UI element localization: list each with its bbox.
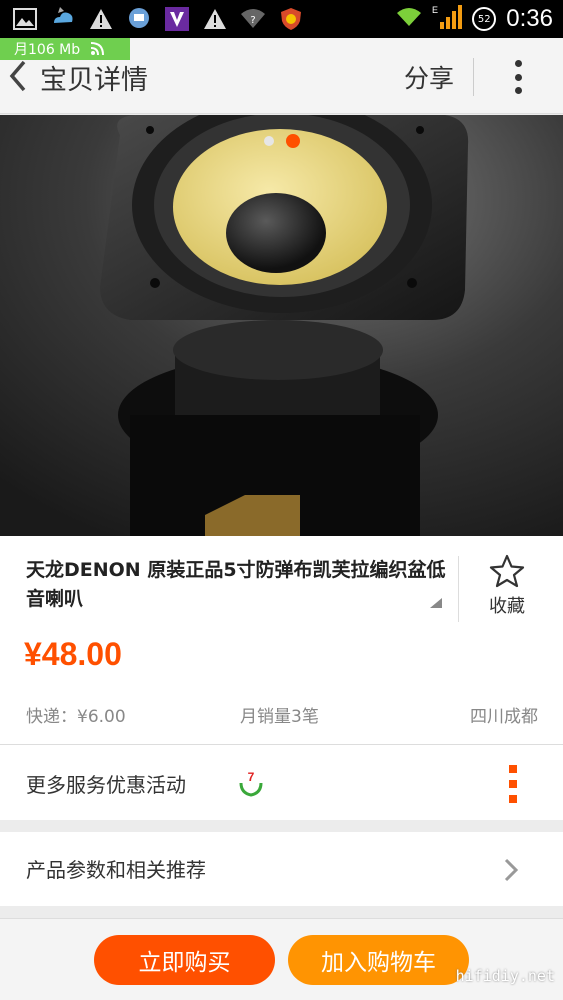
services-more-icon[interactable] [507, 765, 519, 803]
favorite-label: 收藏 [489, 596, 525, 617]
weather-icon [50, 6, 76, 32]
data-usage-label: 月106 Mb [14, 42, 81, 58]
warning-icon [88, 6, 114, 32]
services-label: 更多服务优惠活动 [26, 773, 186, 797]
battery-indicator: 52 [472, 7, 497, 31]
speaker-photo [0, 115, 563, 536]
status-bar: ? E 52 0:36 [0, 0, 563, 38]
watermark: hifidiy.net [455, 967, 555, 985]
bottom-action-bar: 立即购买 加入购物车 hifidiy.net [0, 918, 563, 1000]
menu-dot-icon [509, 765, 517, 773]
monthly-sales: 月销量3笔 [240, 707, 319, 727]
seller-location: 四川成都 [470, 707, 538, 727]
more-options-button[interactable] [506, 60, 530, 94]
network-type: E [432, 5, 438, 15]
v-app-icon [164, 6, 190, 32]
shield-icon [278, 6, 304, 32]
page-title: 宝贝详情 [40, 65, 148, 96]
favorite-divider [458, 556, 459, 622]
chevron-right-icon [504, 858, 519, 882]
rss-icon [91, 42, 105, 56]
seven-day-return-icon: 7 [238, 769, 264, 797]
expand-title-icon[interactable] [430, 598, 442, 608]
product-title: 天龙DENON 原装正品5寸防弹布凯芙拉编织盆低音喇叭 [26, 559, 446, 610]
carousel-dot-active[interactable] [286, 134, 300, 148]
params-row[interactable]: 产品参数和相关推荐 [0, 832, 563, 906]
menu-dot-icon [509, 780, 517, 788]
wifi-question-icon: ? [240, 6, 266, 32]
gallery-icon [12, 6, 38, 32]
share-button[interactable]: 分享 [404, 59, 454, 95]
carousel-dot[interactable] [264, 136, 274, 146]
svg-text:?: ? [250, 15, 255, 26]
shipping-fee: 快递：¥6.00 [26, 707, 126, 727]
promo-badge-text: 7 [248, 770, 255, 784]
chat-icon [126, 6, 152, 32]
more-dot-icon [514, 73, 522, 81]
params-label: 产品参数和相关推荐 [26, 858, 206, 882]
product-image[interactable] [0, 115, 563, 536]
warning-icon [202, 6, 228, 32]
buy-now-button[interactable]: 立即购买 [94, 935, 275, 985]
more-dot-icon [514, 87, 522, 94]
header-divider [473, 58, 474, 96]
signal-icon: E [432, 4, 463, 34]
status-indicators: E 52 0:36 [396, 0, 553, 38]
add-to-cart-button[interactable]: 加入购物车 [288, 935, 469, 985]
services-row[interactable]: 更多服务优惠活动 7 [0, 744, 563, 820]
clock: 0:36 [506, 5, 553, 32]
data-usage-indicator: 月106 Mb [0, 38, 130, 60]
back-button[interactable] [6, 58, 36, 94]
notification-icons: ? [12, 5, 304, 33]
chevron-left-icon [9, 60, 26, 92]
wifi-icon [396, 7, 422, 31]
product-info-card: 天龙DENON 原装正品5寸防弹布凯芙拉编织盆低音喇叭 收藏 ¥48.00 快递… [0, 536, 563, 744]
favorite-button[interactable]: 收藏 [472, 554, 542, 624]
product-price: ¥48.00 [24, 636, 122, 672]
more-dot-icon [514, 60, 522, 67]
star-outline-icon [489, 554, 525, 588]
menu-dot-icon [509, 795, 517, 803]
carousel-indicator[interactable] [264, 134, 300, 148]
